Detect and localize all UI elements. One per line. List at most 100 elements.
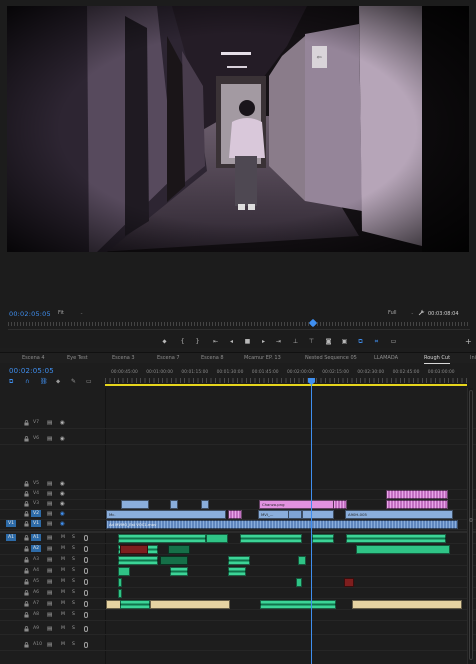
voice-over-record-icon[interactable] <box>84 626 88 632</box>
solo-button[interactable]: S <box>72 546 75 551</box>
voice-over-record-icon[interactable] <box>84 590 88 596</box>
track-target-a5[interactable]: A5 <box>33 579 39 584</box>
track-lock-icon[interactable] <box>24 491 29 497</box>
track-lock-icon[interactable] <box>24 590 29 596</box>
track-lock-icon[interactable] <box>24 511 29 517</box>
solo-button[interactable]: S <box>72 612 75 617</box>
track-lock-icon[interactable] <box>24 501 29 507</box>
mark-out-icon[interactable]: } <box>193 337 202 346</box>
audio-clip[interactable] <box>118 589 122 598</box>
audio-clip[interactable] <box>118 534 206 543</box>
audio-clip[interactable] <box>206 534 228 543</box>
audio-clip[interactable] <box>346 534 446 543</box>
mute-button[interactable]: M <box>61 590 65 595</box>
track-lock-icon[interactable] <box>24 481 29 487</box>
mute-button[interactable]: M <box>61 601 65 606</box>
video-clip[interactable]: Chanzo.png <box>259 500 341 509</box>
sequence-tab[interactable]: Eye Test <box>67 355 88 361</box>
zoom-level-select[interactable]: Fit ⌄ <box>58 310 83 316</box>
toggle-sync-lock-icon[interactable]: ▤ <box>47 501 52 507</box>
timeline-vertical-scrollbar[interactable] <box>467 388 473 664</box>
track-lock-icon[interactable] <box>24 420 29 426</box>
go-to-out-icon[interactable]: ⇥ <box>274 337 283 346</box>
captions-icon[interactable]: ▭ <box>86 378 92 385</box>
track-target-a6[interactable]: A6 <box>33 590 39 595</box>
voice-over-record-icon[interactable] <box>84 557 88 563</box>
track-target-v3[interactable]: V3 <box>33 501 39 506</box>
eye-icon[interactable]: ◉ <box>60 491 65 497</box>
stop-icon[interactable]: ■ <box>243 337 252 346</box>
solo-button[interactable]: S <box>72 568 75 573</box>
mute-button[interactable]: M <box>61 642 65 647</box>
toggle-sync-lock-icon[interactable]: ▤ <box>47 481 52 487</box>
voice-over-record-icon[interactable] <box>84 535 88 541</box>
timeline-ruler[interactable]: 00:00:45:00 00:01:00:00 00:01:15:00 00:01:3… <box>105 369 467 387</box>
sequence-tab[interactable]: Rough Cut <box>424 355 451 364</box>
video-clip[interactable] <box>288 510 302 519</box>
toggle-sync-lock-icon[interactable]: ▤ <box>47 568 52 574</box>
audio-clip[interactable] <box>296 578 302 587</box>
extract-icon[interactable]: ⊤ <box>307 337 316 346</box>
audio-clip[interactable] <box>118 556 158 565</box>
add-marker-icon[interactable]: ⬥ <box>56 378 60 386</box>
export-frame-icon[interactable]: ◙ <box>324 337 333 346</box>
mute-button[interactable]: M <box>61 626 65 631</box>
video-clip[interactable]: Mc. <box>106 510 226 519</box>
source-patch-audio[interactable]: A1 <box>6 534 17 541</box>
sequence-tab[interactable]: Ini <box>470 355 476 361</box>
toggle-sync-lock-icon[interactable]: ▤ <box>47 436 52 442</box>
insert-nest-icon[interactable]: ⧉ <box>9 378 13 386</box>
track-target-v6[interactable]: V6 <box>33 436 39 441</box>
audio-clip[interactable] <box>120 545 148 554</box>
solo-button[interactable]: S <box>72 626 75 631</box>
audio-clip[interactable] <box>118 578 122 587</box>
track-lock-icon[interactable] <box>24 642 29 648</box>
sequence-tab[interactable]: Escena 3 <box>112 355 135 361</box>
track-target-v1[interactable]: V1 <box>31 520 42 527</box>
eye-icon[interactable]: ◉ <box>60 511 65 517</box>
track-lock-icon[interactable] <box>24 612 29 618</box>
video-clip[interactable] <box>302 510 334 519</box>
solo-button[interactable]: S <box>72 579 75 584</box>
toggle-sync-lock-icon[interactable]: ▤ <box>47 546 52 552</box>
video-clip[interactable] <box>386 490 448 499</box>
step-forward-icon[interactable]: ▸ <box>259 337 268 346</box>
track-target-v4[interactable]: V4 <box>33 491 39 496</box>
track-target-a4[interactable]: A4 <box>33 568 39 573</box>
track-lock-icon[interactable] <box>24 535 29 541</box>
video-clip[interactable] <box>121 500 149 509</box>
audio-clip[interactable] <box>120 600 150 609</box>
toggle-sync-lock-icon[interactable]: ▤ <box>47 579 52 585</box>
track-lock-icon[interactable] <box>24 568 29 574</box>
voice-over-record-icon[interactable] <box>84 579 88 585</box>
toggle-sync-lock-icon[interactable]: ▤ <box>47 511 52 517</box>
comparison-view-icon[interactable]: ▣ <box>340 337 349 346</box>
video-clip[interactable] <box>228 510 242 519</box>
audio-clip[interactable] <box>356 545 450 554</box>
playhead-timecode[interactable]: 00:02:05:05 <box>9 310 51 318</box>
audio-clip[interactable] <box>150 600 230 609</box>
video-clip[interactable] <box>201 500 209 509</box>
track-target-a1[interactable]: A1 <box>31 534 42 541</box>
voice-over-record-icon[interactable] <box>84 642 88 648</box>
toggle-sync-lock-icon[interactable]: ▤ <box>47 590 52 596</box>
eye-icon[interactable]: ◉ <box>60 436 65 442</box>
audio-clip[interactable] <box>298 556 306 565</box>
mute-button[interactable]: M <box>61 579 65 584</box>
lift-icon[interactable]: ⊥ <box>291 337 300 346</box>
track-target-a10[interactable]: A10 <box>33 642 42 647</box>
audio-clip[interactable] <box>160 556 188 565</box>
audio-clip[interactable] <box>170 567 188 576</box>
snap-magnet-icon[interactable]: ∩ <box>25 378 29 385</box>
playback-resolution-select[interactable]: Full ⌄ <box>388 310 414 316</box>
source-patch-video[interactable]: V1 <box>6 520 17 527</box>
mute-button[interactable]: M <box>61 546 65 551</box>
safe-margins-icon[interactable]: ⌗ <box>372 337 381 346</box>
work-area-bar[interactable] <box>105 384 467 386</box>
add-marker-icon[interactable]: ⬥ <box>160 337 169 346</box>
video-clip[interactable] <box>333 500 347 509</box>
track-lock-icon[interactable] <box>24 557 29 563</box>
track-target-a3[interactable]: A3 <box>33 557 39 562</box>
toggle-sync-lock-icon[interactable]: ▤ <box>47 420 52 426</box>
mute-button[interactable]: M <box>61 612 65 617</box>
